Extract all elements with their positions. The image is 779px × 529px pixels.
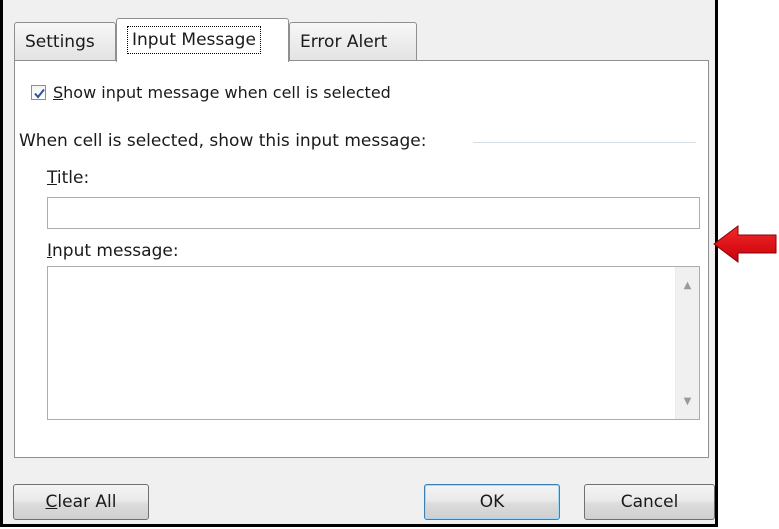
group-divider — [473, 142, 696, 143]
show-input-message-checkbox[interactable] — [31, 84, 46, 100]
title-label: Title: — [47, 168, 90, 188]
checkmark-icon — [34, 88, 45, 99]
tab-error-alert[interactable]: Error Alert — [289, 22, 417, 60]
tab-input-message[interactable]: Input Message — [116, 18, 289, 62]
tab-error-alert-label: Error Alert — [300, 32, 388, 52]
input-message-textarea[interactable]: ▲ ▼ — [47, 266, 700, 420]
ok-button[interactable]: OK — [424, 484, 560, 520]
dialog-frame: Settings Input Message Error Alert Show … — [0, 0, 718, 527]
message-scrollbar[interactable]: ▲ ▼ — [675, 267, 699, 419]
red-arrow-icon — [713, 225, 777, 263]
clear-all-button[interactable]: Clear All — [13, 484, 149, 520]
group-label: When cell is selected, show this input m… — [19, 131, 427, 151]
show-input-message-option[interactable]: Show input message when cell is selected — [31, 81, 391, 103]
tab-settings[interactable]: Settings — [14, 22, 116, 60]
title-input[interactable] — [47, 197, 700, 229]
show-input-message-label: Show input message when cell is selected — [53, 82, 391, 102]
tab-input-message-label: Input Message — [127, 26, 261, 54]
cancel-button[interactable]: Cancel — [584, 484, 715, 520]
tab-settings-label: Settings — [25, 32, 95, 52]
scroll-up-icon[interactable]: ▲ — [676, 273, 699, 297]
scroll-down-icon[interactable]: ▼ — [676, 389, 699, 413]
input-message-panel: Show input message when cell is selected… — [14, 60, 709, 458]
input-message-label: Input message: — [47, 241, 179, 261]
